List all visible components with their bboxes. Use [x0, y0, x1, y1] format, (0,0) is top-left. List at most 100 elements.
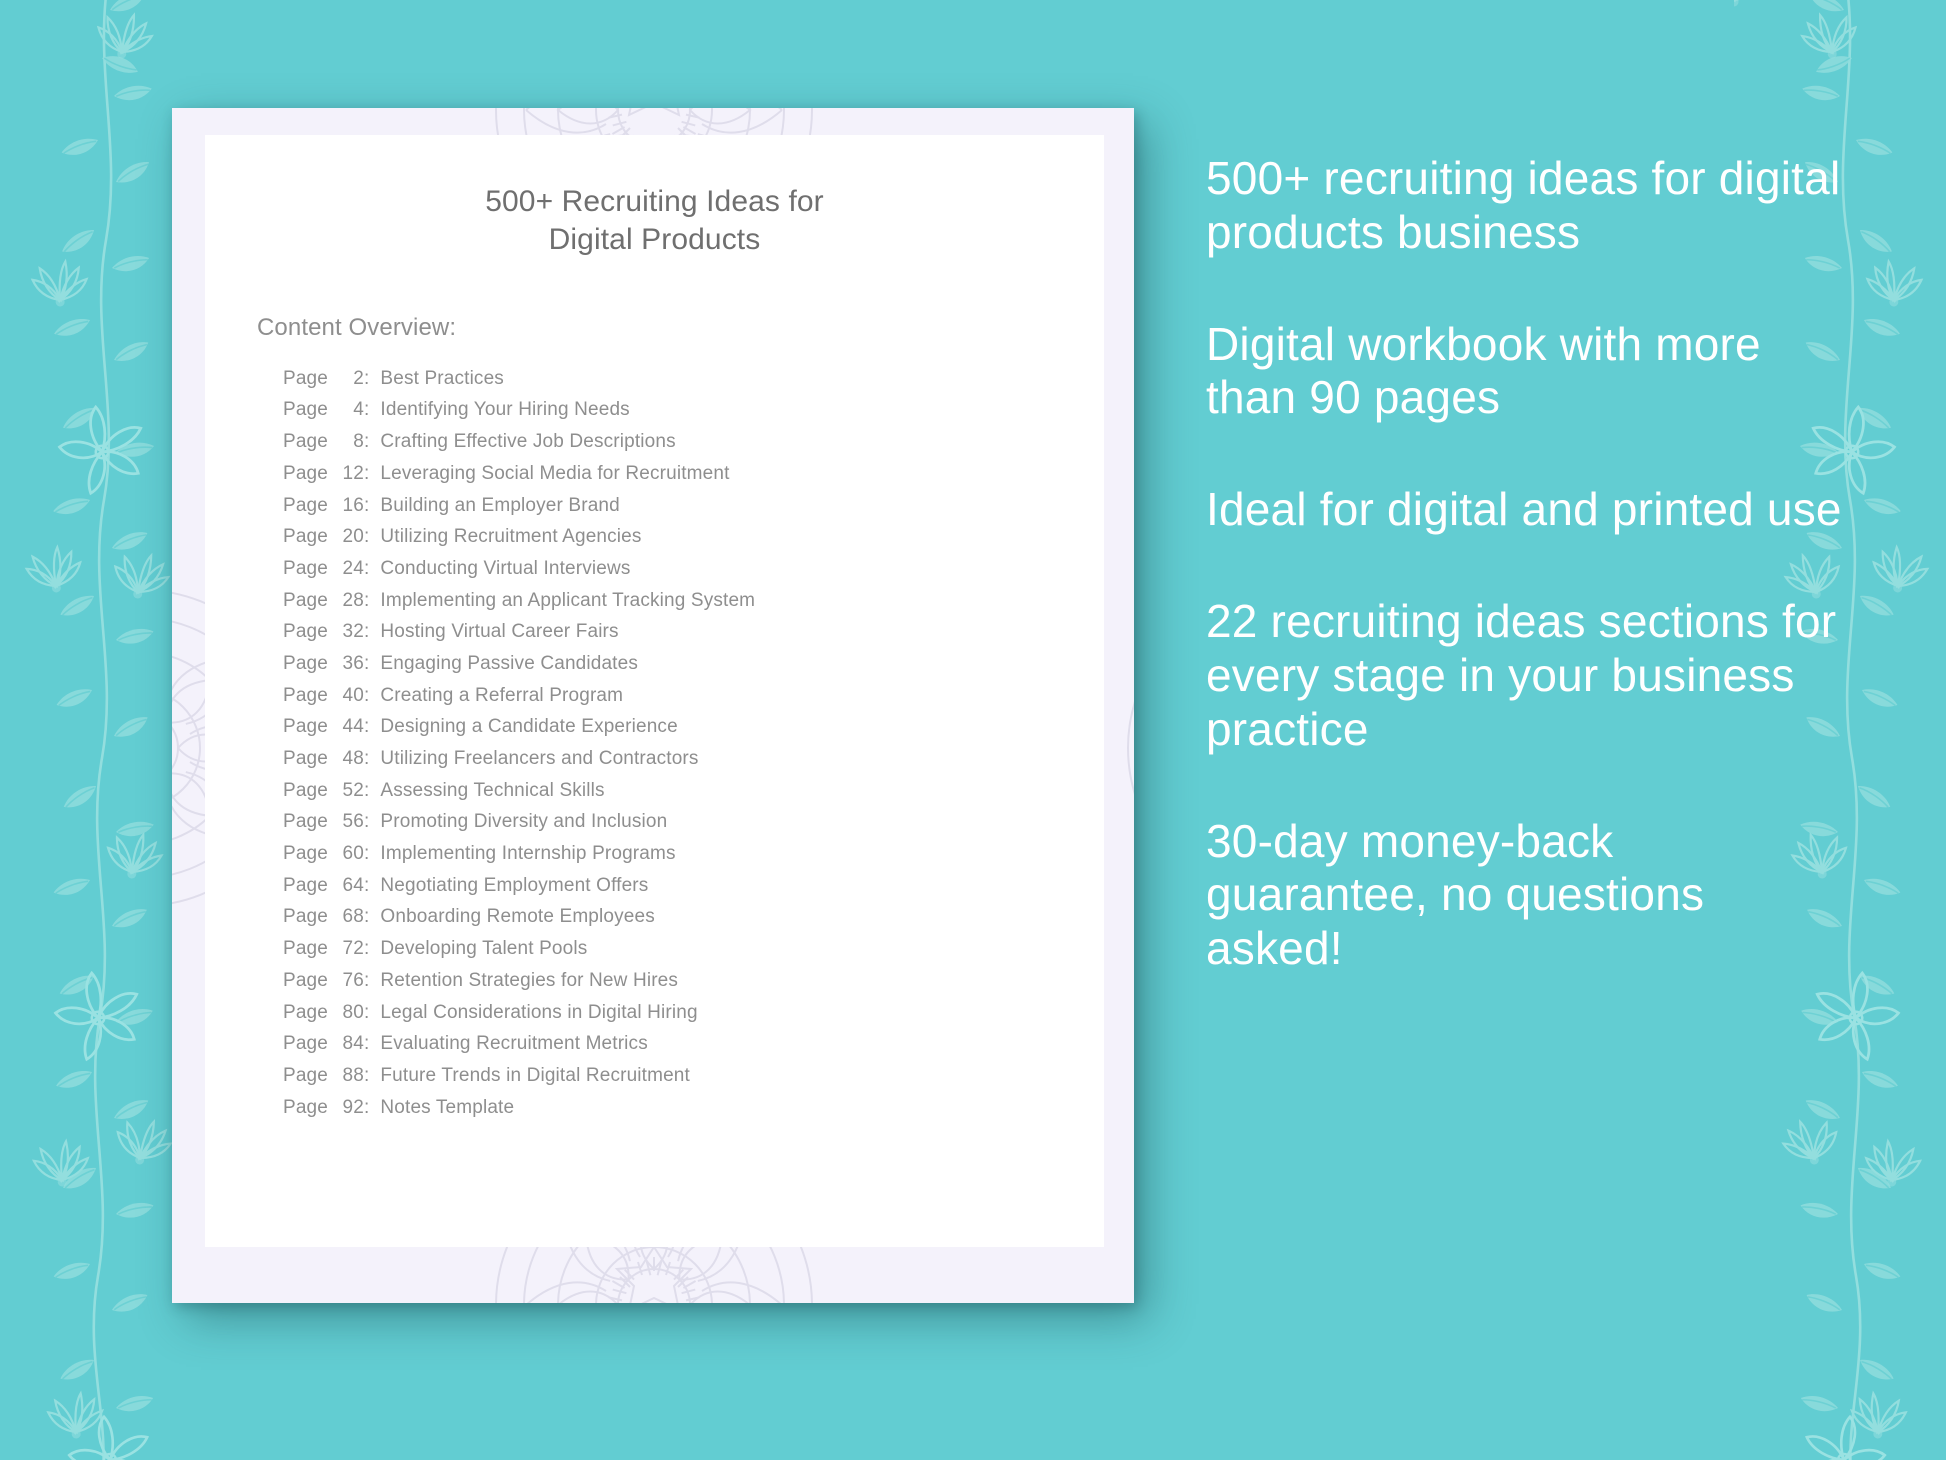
toc-entry-page-word: Page — [283, 494, 328, 516]
toc-entry-page-word: Page — [283, 843, 328, 865]
toc-entry-page-word: Page — [283, 1064, 328, 1086]
toc-entry-title: Promoting Diversity and Inclusion — [380, 811, 668, 833]
toc-entry-title: Retention Strategies for New Hires — [380, 969, 679, 991]
toc-entry-page-word: Page — [283, 748, 328, 770]
toc-entry-title: Developing Talent Pools — [380, 938, 588, 960]
toc-entry-page-word: Page — [283, 431, 328, 453]
toc-entry-page-word: Page — [283, 874, 328, 896]
toc-entry-page-number: 92 — [342, 1096, 364, 1118]
toc-entry-page-number: 4 — [353, 399, 364, 421]
toc-entry: Page 32: Hosting Virtual Career Fairs — [283, 621, 1104, 653]
marketing-bullet-column: 500+ recruiting ideas for digital produc… — [1206, 152, 1846, 976]
toc-entry-page-word: Page — [283, 779, 328, 801]
toc-entry-page-number: 12 — [342, 462, 364, 484]
toc-entry: Page 56: Promoting Diversity and Inclusion — [283, 811, 1104, 843]
toc-entry-page-number: 68 — [342, 906, 364, 928]
toc-entry-page-word: Page — [283, 684, 328, 706]
toc-entry-page-word: Page — [283, 716, 328, 738]
toc-entry: Page 76: Retention Strategies for New Hire… — [283, 970, 1104, 1002]
toc-entry-page-number: 52 — [342, 779, 364, 801]
toc-entry-page-word: Page — [283, 589, 328, 611]
marketing-bullet: 500+ recruiting ideas for digital produc… — [1206, 152, 1841, 258]
toc-entry-page-number: 36 — [342, 652, 364, 674]
toc-entry-title: Conducting Virtual Interviews — [380, 557, 631, 579]
toc-entry: Page 64: Negotiating Employment Offers — [283, 875, 1104, 907]
toc-entry-title: Notes Template — [380, 1096, 515, 1118]
toc-entry-page-number: 2 — [353, 367, 364, 389]
toc-entry-page-number: 28 — [342, 589, 364, 611]
toc-entry-colon: : — [363, 589, 370, 611]
toc-entry-colon: : — [363, 494, 370, 516]
toc-entry: Page 84: Evaluating Recruitment Metrics — [283, 1033, 1104, 1065]
toc-entry-colon: : — [363, 1001, 370, 1023]
toc-entry-colon: : — [363, 716, 370, 738]
toc-entry-colon: : — [363, 969, 370, 991]
toc-entry: Page 68: Onboarding Remote Employees — [283, 906, 1104, 938]
toc-entry: Page 48: Utilizing Freelancers and Contrac… — [283, 748, 1104, 780]
document-preview-card[interactable]: 500+ Recruiting Ideas for Digital Produc… — [172, 108, 1134, 1303]
toc-entry-page-word: Page — [283, 1033, 328, 1055]
toc-entry: Page 12: Leveraging Social Media for Recru… — [283, 463, 1104, 495]
toc-entry-colon: : — [363, 367, 370, 389]
toc-entry-page-number: 84 — [342, 1033, 364, 1055]
toc-entry-title: Designing a Candidate Experience — [380, 716, 678, 738]
toc-entry-colon: : — [363, 1064, 370, 1086]
toc-entry-page-word: Page — [283, 969, 328, 991]
toc-entry-page-number: 60 — [342, 843, 364, 865]
mandala-watermark-right-decoration — [1116, 578, 1134, 918]
toc-entry-page-number: 44 — [342, 716, 364, 738]
toc-entry-page-number: 88 — [342, 1064, 364, 1086]
toc-entry-page-number: 20 — [342, 526, 364, 548]
toc-entry-title: Hosting Virtual Career Fairs — [380, 621, 619, 643]
toc-entry-page-word: Page — [283, 399, 328, 421]
toc-entry: Page 44: Designing a Candidate Experience — [283, 716, 1104, 748]
toc-entry: Page 88: Future Trends in Digital Recruitm… — [283, 1065, 1104, 1097]
toc-entry: Page 80: Legal Considerations in Digital H… — [283, 1002, 1104, 1034]
toc-entry: Page 16: Building an Employer Brand — [283, 495, 1104, 527]
page-title: 500+ Recruiting Ideas for Digital Produc… — [485, 185, 824, 257]
toc-entry-page-word: Page — [283, 526, 328, 548]
toc-entry-page-number: 80 — [342, 1001, 364, 1023]
toc-entry-page-number: 72 — [342, 938, 364, 960]
toc-entry-title: Implementing Internship Programs — [380, 843, 676, 865]
toc-entry-title: Best Practices — [380, 367, 504, 389]
table-of-contents-list: Page 2: Best Practices Page 4: Identifying Yo… — [205, 342, 1104, 1129]
toc-entry: Page 36: Engaging Passive Candidates — [283, 653, 1104, 685]
toc-entry-colon: : — [363, 938, 370, 960]
toc-entry-page-number: 64 — [342, 874, 364, 896]
toc-entry: Page 2: Best Practices — [283, 368, 1104, 400]
toc-entry-colon: : — [363, 906, 370, 928]
toc-entry-page-word: Page — [283, 367, 328, 389]
toc-entry-colon: : — [363, 1033, 370, 1055]
toc-entry-page-word: Page — [283, 906, 328, 928]
toc-entry: Page 24: Conducting Virtual Interviews — [283, 558, 1104, 590]
toc-entry-page-number: 48 — [342, 748, 364, 770]
toc-entry-page-number: 76 — [342, 969, 364, 991]
toc-entry-colon: : — [363, 843, 370, 865]
toc-entry: Page 40: Creating a Referral Program — [283, 685, 1104, 717]
toc-entry-colon: : — [363, 652, 370, 674]
toc-entry-page-number: 16 — [342, 494, 364, 516]
toc-entry-title: Onboarding Remote Employees — [380, 906, 655, 928]
toc-entry-title: Creating a Referral Program — [380, 684, 624, 706]
toc-entry-title: Future Trends in Digital Recruitment — [380, 1064, 690, 1086]
document-page-sheet: 500+ Recruiting Ideas for Digital Produc… — [205, 135, 1104, 1247]
toc-entry: Page 92: Notes Template — [283, 1097, 1104, 1129]
marketing-bullet: 22 recruiting ideas sections for every s… — [1206, 595, 1837, 755]
toc-entry: Page 8: Crafting Effective Job Description… — [283, 431, 1104, 463]
toc-entry-page-word: Page — [283, 652, 328, 674]
toc-entry: Page 20: Utilizing Recruitment Agencies — [283, 526, 1104, 558]
toc-entry-title: Negotiating Employment Offers — [380, 874, 649, 896]
toc-entry-colon: : — [363, 526, 370, 548]
toc-entry-title: Utilizing Recruitment Agencies — [380, 526, 642, 548]
toc-entry-colon: : — [363, 557, 370, 579]
toc-entry-page-word: Page — [283, 621, 328, 643]
toc-entry: Page 72: Developing Talent Pools — [283, 938, 1104, 970]
toc-entry-title: Utilizing Freelancers and Contractors — [380, 748, 699, 770]
marketing-bullet: Digital workbook with more than 90 pages — [1206, 317, 1761, 424]
toc-entry-title: Crafting Effective Job Descriptions — [380, 431, 676, 453]
toc-entry-page-word: Page — [283, 938, 328, 960]
toc-entry-page-word: Page — [283, 557, 328, 579]
toc-entry-title: Implementing an Applicant Tracking Syste… — [380, 589, 756, 611]
toc-entry-colon: : — [363, 684, 370, 706]
